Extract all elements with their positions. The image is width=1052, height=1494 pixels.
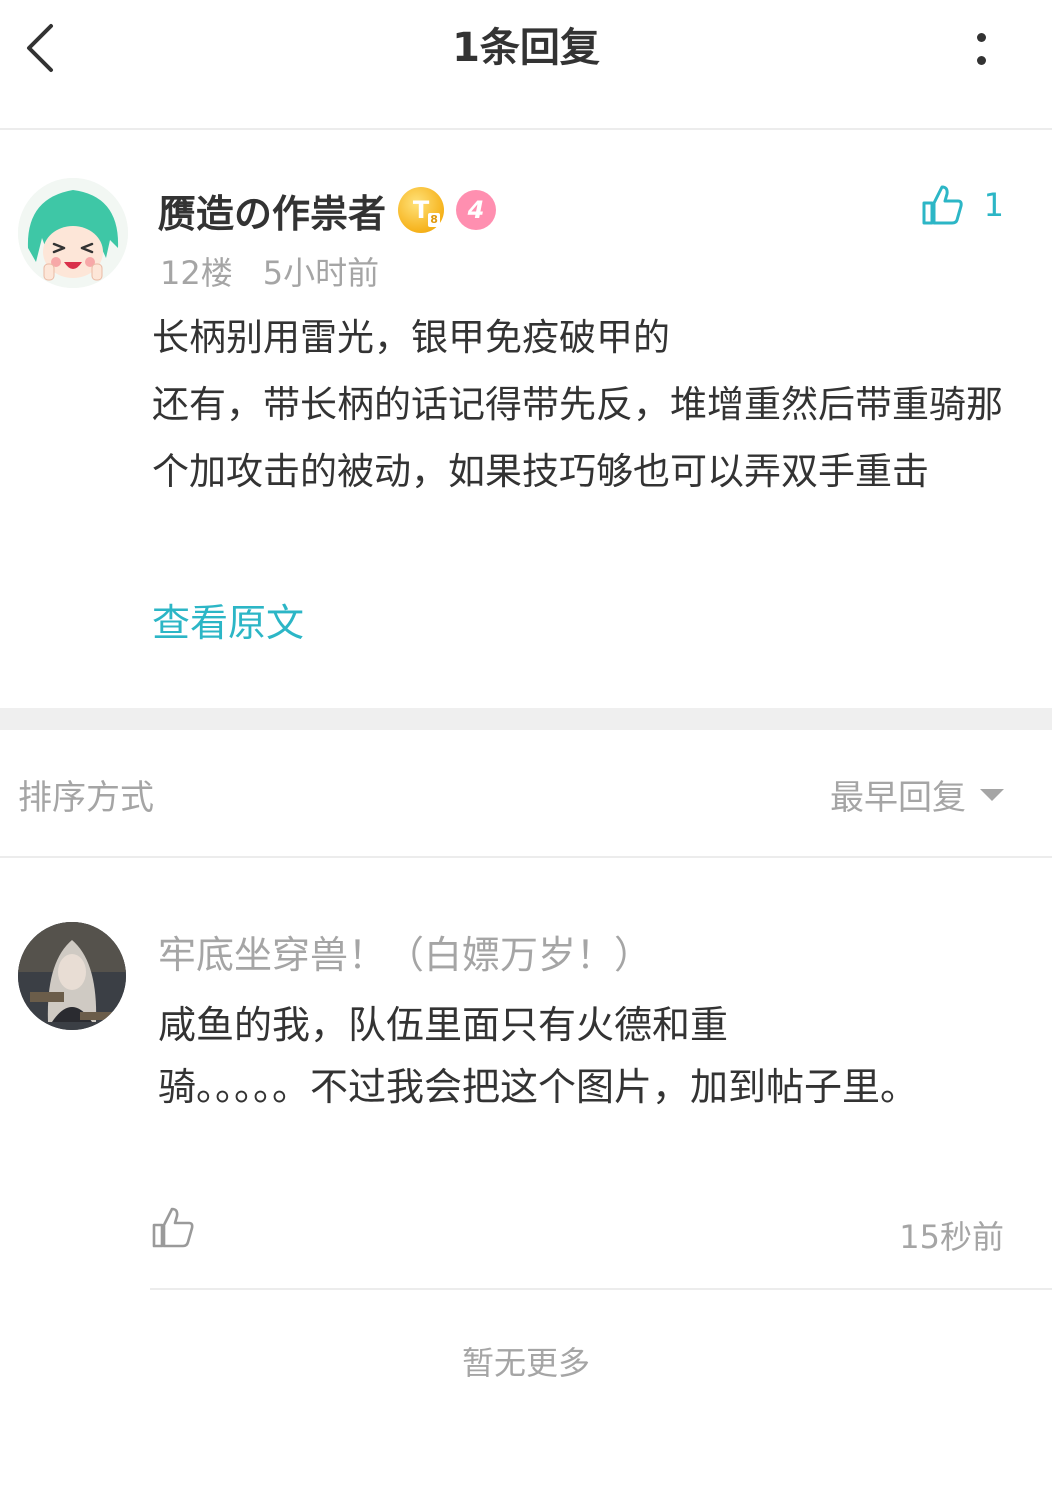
top-bar: 1条回复: [0, 0, 1052, 130]
floor-number: 12楼: [160, 254, 233, 292]
caret-down-icon: [980, 788, 1004, 801]
avatar-image: [18, 922, 126, 1030]
page-title: 1条回复: [452, 25, 600, 71]
author-name[interactable]: 赝造の作祟者: [158, 183, 386, 238]
thumbs-up-icon: [922, 185, 963, 225]
reply-time: 15秒前: [899, 1218, 1004, 1256]
avatar[interactable]: [18, 178, 128, 288]
badge-t-sub: 8: [428, 213, 441, 227]
sort-dropdown[interactable]: 最早回复: [830, 770, 1004, 819]
more-vertical-icon-dot: [976, 56, 986, 65]
view-original-link[interactable]: 查看原文: [152, 592, 304, 647]
badge-t-icon: T 8: [398, 187, 445, 233]
reply-body: 咸鱼的我，队伍里面只有火德和重 骑。。。。。不过我会把这个图片，加到帖子里。: [158, 994, 1008, 1118]
divider: [150, 1288, 1052, 1290]
reply-like-button[interactable]: [150, 1204, 200, 1254]
avatar-image: [18, 178, 128, 288]
post-body-line: 还有，带长柄的话记得带先反，堆增重然后带重骑那个加攻击的被动，如果技巧够也可以弄…: [152, 383, 1003, 493]
post-time: 5小时前: [262, 254, 380, 292]
reply-body-line: 骑。。。。。不过我会把这个图片，加到帖子里。: [158, 1065, 919, 1109]
post-body-line: 长柄别用雷光，银甲免疫破甲的: [152, 316, 670, 359]
section-separator: [0, 708, 1052, 730]
sort-selected-value: 最早回复: [830, 778, 966, 818]
like-button[interactable]: 1: [920, 180, 1004, 230]
no-more-text: 暂无更多: [461, 1344, 590, 1382]
level-badge: 4: [456, 190, 497, 230]
reply-body-line: 咸鱼的我，队伍里面只有火德和重: [158, 1003, 729, 1047]
post-author-row: 赝造の作祟者 T 8 4: [158, 182, 497, 238]
like-count: 1: [983, 186, 1004, 224]
sort-label: 排序方式: [18, 778, 154, 818]
thumbs-up-outline-icon: [152, 1207, 194, 1248]
post-body: 长柄别用雷光，银甲免疫破甲的 还有，带长柄的话记得带先反，堆增重然后带重骑那个加…: [152, 304, 1012, 505]
main-post: 赝造の作祟者 T 8 4 1 12楼 5小时前 长柄别用雷光，银甲免疫破甲的 还…: [0, 132, 1052, 708]
more-options-button[interactable]: [966, 22, 996, 76]
reply-item: 牢底坐穿兽！（白嫖万岁！） 咸鱼的我，队伍里面只有火德和重 骑。。。。。不过我会…: [0, 860, 1052, 1290]
post-meta: 12楼 5小时前: [160, 248, 379, 294]
sort-bar: 排序方式 最早回复: [0, 730, 1052, 858]
more-vertical-icon: [976, 33, 986, 42]
badge-t-letter: T: [412, 196, 430, 224]
reply-author-name[interactable]: 牢底坐穿兽！（白嫖万岁！）: [158, 924, 652, 979]
avatar[interactable]: [18, 922, 126, 1030]
